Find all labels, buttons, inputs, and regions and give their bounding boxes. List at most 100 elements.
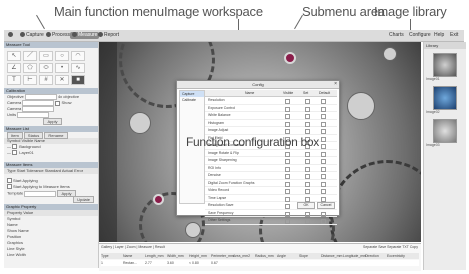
dialog-checkbox[interactable] — [321, 166, 326, 172]
dialog-checkbox[interactable] — [321, 144, 326, 149]
dialog-checkbox[interactable] — [305, 174, 310, 179]
dialog-checkbox[interactable] — [305, 159, 310, 164]
dialog-checkbox[interactable] — [285, 211, 290, 217]
visible-checkbox[interactable] — [12, 144, 18, 150]
dialog-checkbox[interactable] — [285, 204, 290, 209]
dialog-row[interactable]: ROI Info — [205, 165, 337, 172]
toolbar-item-capture[interactable]: Capture — [18, 32, 46, 39]
dialog-checkbox[interactable] — [305, 151, 310, 157]
separate-save-button[interactable]: Separate Save — [363, 245, 386, 249]
dialog-checkbox[interactable] — [285, 159, 290, 164]
tab-layer[interactable]: Layer — [115, 245, 124, 249]
dialog-checkbox[interactable] — [305, 166, 310, 172]
dialog-checkbox[interactable] — [285, 114, 290, 119]
ellipse-tool-icon[interactable]: ⬭ — [39, 63, 53, 73]
dialog-nav-calibrate[interactable]: Calibrate — [180, 97, 204, 103]
dialog-checkbox[interactable] — [285, 129, 290, 134]
toolbar-exit[interactable]: Exit — [448, 32, 460, 39]
dialog-row[interactable]: Digital Zoom Function Graphs — [205, 180, 337, 187]
curve-tool-icon[interactable]: ∿ — [71, 63, 85, 73]
dialog-checkbox[interactable] — [285, 99, 290, 104]
arc-tool-icon[interactable]: ◠ — [71, 51, 85, 61]
dialog-row[interactable]: White Balance — [205, 112, 337, 120]
scale-tool-icon[interactable]: ⊢ — [23, 75, 37, 85]
line-tool-icon[interactable]: ／ — [23, 51, 37, 61]
separate-txt-button[interactable]: Separate TXT — [387, 245, 409, 249]
dialog-checkbox[interactable] — [285, 151, 290, 157]
dialog-checkbox[interactable] — [305, 211, 310, 217]
pointer-tool-icon[interactable]: ↖ — [7, 51, 21, 61]
dialog-checkbox[interactable] — [305, 181, 310, 187]
property-row[interactable]: Line Width — [4, 252, 98, 258]
dialog-checkbox[interactable] — [285, 189, 290, 194]
dialog-row[interactable]: Image Rotate & Flip — [205, 150, 337, 157]
toolbar-configure[interactable]: Configure — [407, 32, 433, 39]
dialog-checkbox[interactable] — [321, 129, 326, 134]
start-applying-checkbox[interactable] — [7, 178, 12, 184]
cancel-button[interactable]: Cancel — [317, 202, 335, 209]
library-thumbnail[interactable] — [433, 53, 457, 77]
dialog-row[interactable]: Image Adjust — [205, 127, 337, 135]
dialog-checkbox[interactable] — [305, 129, 310, 134]
tab-zoom[interactable]: Zoom — [127, 245, 136, 249]
toolbar-item-process[interactable]: Process — [44, 32, 72, 39]
table-row[interactable]: 1 Rectan... 2.77 3.60 < 0.80 0.67 — [101, 260, 419, 266]
toolbar-charts[interactable]: Charts — [387, 32, 406, 39]
show-checkbox[interactable] — [55, 100, 61, 106]
dialog-checkbox[interactable] — [321, 159, 326, 164]
dialog-row[interactable]: Histogram — [205, 120, 337, 127]
dialog-checkbox[interactable] — [321, 121, 326, 127]
dialog-checkbox[interactable] — [321, 174, 326, 179]
update-button[interactable]: Update — [73, 196, 94, 203]
visible-checkbox[interactable] — [12, 150, 18, 156]
toolbar-help[interactable]: Help — [432, 32, 446, 39]
dialog-checkbox[interactable] — [321, 114, 326, 119]
point-tool-icon[interactable]: • — [55, 63, 69, 73]
ok-button[interactable]: OK — [297, 202, 315, 209]
dialog-checkbox[interactable] — [285, 219, 290, 224]
dialog-checkbox[interactable] — [305, 106, 310, 112]
dialog-row[interactable]: Other Settings — [205, 217, 337, 225]
dialog-row[interactable]: Resolution — [205, 97, 337, 105]
close-icon[interactable]: × — [334, 81, 337, 88]
dialog-checkbox[interactable] — [285, 181, 290, 187]
dialog-row[interactable]: Exposure Control — [205, 105, 337, 112]
tab-rename[interactable]: Rename — [44, 132, 68, 139]
dialog-checkbox[interactable] — [285, 174, 290, 179]
dialog-checkbox[interactable] — [321, 219, 326, 224]
toolbar-item-report[interactable]: Report — [96, 32, 121, 39]
start-applying-items-checkbox[interactable] — [7, 184, 12, 190]
dialog-checkbox[interactable] — [285, 196, 290, 202]
angle-tool-icon[interactable]: ∠ — [7, 63, 21, 73]
dialog-checkbox[interactable] — [321, 136, 326, 142]
circle-tool-icon[interactable]: ○ — [55, 51, 69, 61]
color-tool-icon[interactable]: ■ — [71, 75, 85, 85]
dialog-checkbox[interactable] — [305, 219, 310, 224]
polygon-tool-icon[interactable]: ⬠ — [23, 63, 37, 73]
dialog-checkbox[interactable] — [285, 121, 290, 127]
table-row[interactable]: — Layer01 — [4, 150, 98, 156]
dialog-checkbox[interactable] — [305, 114, 310, 119]
tab-result[interactable]: Result — [155, 245, 165, 249]
library-thumbnail[interactable] — [433, 86, 457, 110]
dialog-checkbox[interactable] — [305, 121, 310, 127]
tab-gallery[interactable]: Gallery — [101, 245, 112, 249]
dialog-checkbox[interactable] — [285, 166, 290, 172]
dialog-checkbox[interactable] — [285, 106, 290, 112]
dialog-checkbox[interactable] — [321, 106, 326, 112]
delete-tool-icon[interactable]: ✕ — [55, 75, 69, 85]
dialog-checkbox[interactable] — [321, 181, 326, 187]
count-tool-icon[interactable]: # — [39, 75, 53, 85]
copy-button[interactable]: Copy — [410, 245, 418, 249]
text-tool-icon[interactable]: T — [7, 75, 21, 85]
dialog-checkbox[interactable] — [305, 99, 310, 104]
rectangle-tool-icon[interactable]: ▭ — [39, 51, 53, 61]
tab-measure[interactable]: Measure — [138, 245, 152, 249]
dialog-checkbox[interactable] — [321, 99, 326, 104]
dialog-checkbox[interactable] — [321, 211, 326, 217]
dialog-row[interactable]: Image Sharpening — [205, 157, 337, 165]
template-select[interactable] — [24, 190, 57, 197]
dialog-row[interactable]: Denoise — [205, 172, 337, 180]
dialog-checkbox[interactable] — [321, 151, 326, 157]
calibration-apply-button[interactable]: Apply — [43, 118, 62, 125]
